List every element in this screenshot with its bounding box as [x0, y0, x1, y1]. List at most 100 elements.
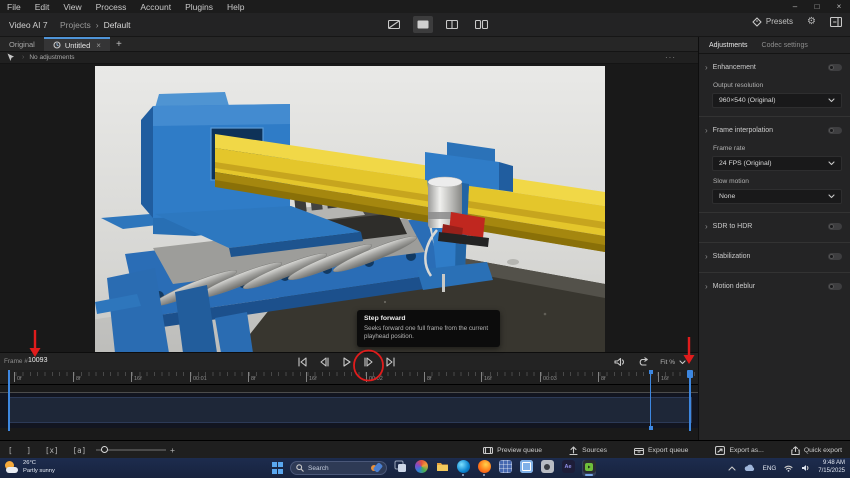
- gear-icon[interactable]: ⚙: [807, 16, 816, 27]
- menu-file[interactable]: File: [0, 2, 28, 12]
- tab-adjustments[interactable]: Adjustments: [709, 42, 748, 49]
- sdr-to-hdr-toggle[interactable]: [828, 223, 842, 230]
- search-icon: [296, 464, 304, 472]
- side-by-side-view-icon[interactable]: [471, 16, 491, 33]
- frame-rate-select[interactable]: 24 FPS (Original): [712, 156, 842, 171]
- close-button[interactable]: ×: [828, 2, 850, 11]
- start-button[interactable]: [272, 462, 284, 474]
- motion-deblur-toggle[interactable]: [828, 283, 842, 290]
- in-point-marker[interactable]: [8, 370, 10, 431]
- menu-help[interactable]: Help: [220, 2, 251, 12]
- menu-account[interactable]: Account: [133, 2, 178, 12]
- breadcrumb-projects[interactable]: Projects: [60, 20, 91, 30]
- frame-rate-label: Frame rate: [713, 145, 850, 152]
- frame-interpolation-section[interactable]: › Frame interpolation: [699, 123, 850, 138]
- camera-app-icon[interactable]: [540, 460, 554, 476]
- loop-icon[interactable]: [637, 357, 649, 367]
- clip-track[interactable]: [8, 397, 692, 423]
- step-forward-button[interactable]: [362, 356, 374, 368]
- export-as-button[interactable]: Export as...: [715, 446, 763, 455]
- step-back-button[interactable]: [318, 356, 330, 368]
- tab-original[interactable]: Original: [0, 37, 44, 51]
- presets-button[interactable]: Presets: [752, 17, 793, 27]
- sources-button[interactable]: Sources: [569, 446, 607, 455]
- panel-toggle-icon[interactable]: [830, 17, 842, 27]
- video-viewport[interactable]: [0, 64, 698, 352]
- close-tab-icon[interactable]: ×: [96, 41, 101, 50]
- set-in-point-button[interactable]: [: [8, 446, 13, 455]
- motion-deblur-section[interactable]: › Motion deblur: [699, 279, 850, 294]
- language-indicator[interactable]: ENG: [763, 465, 777, 472]
- search-highlights-icon: [371, 463, 381, 473]
- preview-queue-label: Preview queue: [497, 447, 542, 454]
- timeline-zoom-slider[interactable]: [96, 449, 166, 451]
- edge-browser-icon[interactable]: [456, 460, 470, 476]
- playhead[interactable]: [689, 370, 691, 431]
- timeline[interactable]: 0f 8f 16f 00:01 8f 16f 00:02 8f 16f 00:0…: [0, 370, 698, 440]
- output-resolution-select[interactable]: 960×540 (Original): [712, 93, 842, 108]
- file-explorer-icon[interactable]: [435, 460, 449, 476]
- secondary-marker[interactable]: [650, 370, 651, 430]
- skip-to-start-button[interactable]: [296, 356, 308, 368]
- taskbar-clock[interactable]: 9:48 AM 7/15/2025: [818, 460, 845, 476]
- select-all-range-button[interactable]: [a]: [73, 446, 87, 455]
- single-view-icon[interactable]: [413, 16, 433, 33]
- zoom-in-button[interactable]: +: [170, 445, 175, 455]
- chevron-down-icon: [828, 161, 835, 166]
- set-out-point-button[interactable]: ]: [27, 446, 32, 455]
- sdr-to-hdr-section[interactable]: › SDR to HDR: [699, 219, 850, 234]
- volume-icon[interactable]: [614, 357, 626, 367]
- tab-codec-settings[interactable]: Codec settings: [762, 42, 808, 49]
- menu-view[interactable]: View: [56, 2, 88, 12]
- tab-untitled[interactable]: Untitled ×: [44, 37, 110, 51]
- slider-knob[interactable]: [101, 446, 108, 453]
- quick-export-button[interactable]: Quick export: [791, 446, 842, 455]
- bottom-bar: [ ] [x] [a] + Preview queue Sources Expo…: [0, 440, 850, 458]
- task-view-button[interactable]: [393, 460, 407, 476]
- ruler-tick: 8f: [598, 372, 606, 382]
- stabilization-label: Stabilization: [713, 253, 828, 260]
- export-queue-button[interactable]: Export queue: [634, 446, 688, 455]
- tab-untitled-label: Untitled: [65, 41, 90, 50]
- menu-plugins[interactable]: Plugins: [178, 2, 220, 12]
- chevron-up-icon[interactable]: [728, 466, 736, 471]
- add-tab-button[interactable]: +: [110, 37, 128, 51]
- stabilization-section[interactable]: › Stabilization: [699, 249, 850, 264]
- minimize-button[interactable]: –: [784, 2, 806, 11]
- menu-edit[interactable]: Edit: [28, 2, 57, 12]
- ruler-tick: 8f: [73, 372, 81, 382]
- store-app-icon[interactable]: [519, 460, 533, 476]
- viewer-status-row: › No adjustments ···: [0, 52, 698, 64]
- step-forward-tooltip: Step forward Seeks forward one full fram…: [357, 310, 500, 347]
- search-box[interactable]: Search: [290, 461, 387, 475]
- calculator-app-icon[interactable]: [498, 460, 512, 476]
- preview-queue-button[interactable]: Preview queue: [483, 446, 542, 455]
- skip-to-end-button[interactable]: [384, 356, 396, 368]
- more-options-icon[interactable]: ···: [665, 53, 676, 62]
- photos-app-icon[interactable]: [414, 460, 428, 476]
- weather-widget[interactable]: 26°C Partly sunny: [4, 460, 55, 475]
- stabilization-toggle[interactable]: [828, 253, 842, 260]
- breadcrumb-default[interactable]: Default: [104, 20, 131, 30]
- wifi-icon[interactable]: [784, 465, 793, 472]
- play-button[interactable]: [340, 356, 352, 368]
- clear-in-out-button[interactable]: [x]: [45, 446, 59, 455]
- firefox-browser-icon[interactable]: [477, 460, 491, 476]
- frame-interpolation-toggle[interactable]: [828, 127, 842, 134]
- timeline-ruler[interactable]: 0f 8f 16f 00:01 8f 16f 00:02 8f 16f 00:0…: [0, 370, 698, 385]
- speaker-icon[interactable]: [801, 464, 810, 472]
- split-view-icon[interactable]: [442, 16, 462, 33]
- enhancement-toggle[interactable]: [828, 64, 842, 71]
- video-ai-app-icon[interactable]: [582, 460, 596, 476]
- after-effects-icon[interactable]: Ae: [561, 460, 575, 476]
- frame-number-value[interactable]: 10093: [28, 357, 47, 364]
- share-icon: [791, 446, 800, 455]
- slow-motion-select[interactable]: None: [712, 189, 842, 204]
- enhancement-section[interactable]: › Enhancement: [699, 60, 850, 75]
- maximize-button[interactable]: □: [806, 2, 828, 11]
- tag-icon: [752, 17, 762, 27]
- menu-process[interactable]: Process: [89, 2, 134, 12]
- compare-view-icon[interactable]: [384, 16, 404, 33]
- zoom-level-select[interactable]: Fit %: [660, 359, 686, 366]
- onedrive-cloud-icon[interactable]: [744, 464, 755, 472]
